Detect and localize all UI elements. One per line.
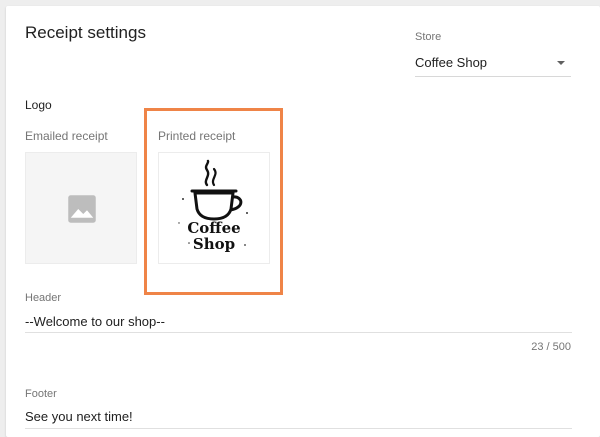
image-placeholder-icon [68,195,96,223]
emailed-receipt-logo-upload[interactable] [25,152,137,264]
header-label: Header [25,292,62,304]
dropdown-caret-icon [557,61,565,65]
header-input[interactable] [25,311,572,333]
header-char-counter: 23 / 500 [531,341,571,353]
printed-receipt-logo-upload[interactable]: Coffee Shop [158,152,270,264]
store-select[interactable]: Coffee Shop [415,50,571,77]
store-selected-value: Coffee Shop [415,55,488,70]
logo-section-title: Logo [25,98,52,112]
page-title: Receipt settings [25,23,146,42]
footer-label: Footer [25,388,57,400]
logo-text-line1: Coffee [187,219,241,237]
store-label: Store [415,31,442,43]
emailed-receipt-label: Emailed receipt [25,129,108,143]
receipt-settings-card: Receipt settings Store Coffee Shop Logo … [6,6,600,437]
logo-text-line2: Shop [192,235,236,253]
footer-input[interactable] [25,405,572,429]
printed-receipt-label: Printed receipt [158,129,236,143]
